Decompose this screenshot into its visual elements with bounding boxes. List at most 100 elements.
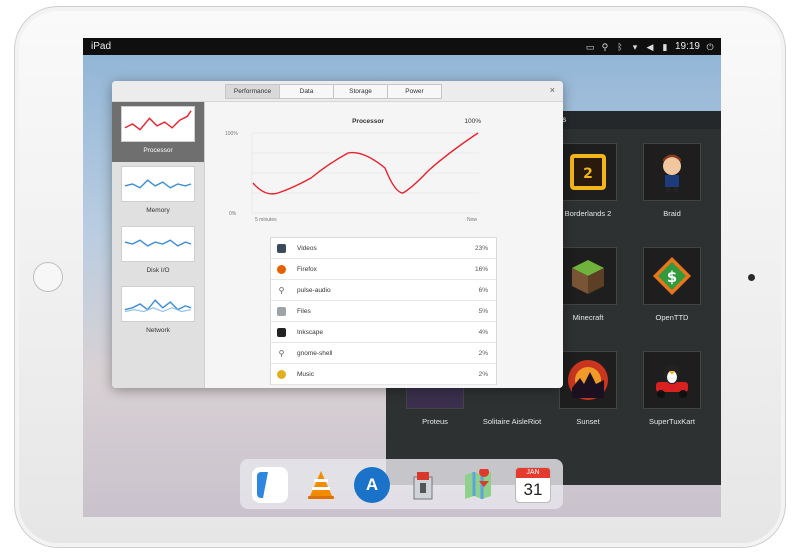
- sidebar-item-label: Disk I/O: [146, 267, 170, 274]
- screen-icon: ▭: [585, 41, 595, 52]
- dock-archive-manager[interactable]: [405, 467, 441, 503]
- list-item[interactable]: Videos 23%: [271, 238, 496, 259]
- list-item[interactable]: Inkscape 4%: [271, 322, 496, 343]
- minecraft-icon: [559, 247, 617, 305]
- video-icon: [277, 243, 286, 253]
- tab-power[interactable]: Power: [387, 84, 442, 99]
- game-openttd[interactable]: $ OpenTTD: [640, 247, 704, 322]
- list-item[interactable]: Files 5%: [271, 301, 496, 322]
- process-name: Inkscape: [297, 328, 324, 336]
- app-store-icon: A: [365, 475, 379, 494]
- vlc-cone-icon: [308, 471, 334, 499]
- borderlands-icon: 2: [559, 143, 617, 201]
- process-name: gnome-shell: [297, 349, 333, 357]
- dock-files[interactable]: [252, 467, 288, 503]
- game-label: Sunset: [576, 417, 600, 426]
- sunset-icon: [559, 351, 617, 409]
- dock-vlc[interactable]: [303, 467, 339, 503]
- process-percent: 23%: [474, 244, 488, 252]
- chart-title: Processor: [352, 118, 384, 125]
- monitor-sidebar: Processor Memory Disk I/O Network: [112, 102, 205, 388]
- device-label: iPad: [91, 41, 112, 52]
- dock: A JAN 31: [240, 459, 563, 509]
- cpu-usage-line: [252, 132, 479, 195]
- game-label: Solitaire AisleRiot: [482, 417, 542, 426]
- dock-maps[interactable]: [460, 467, 496, 503]
- files-icon: [277, 306, 286, 316]
- process-icon: ⚲: [278, 285, 285, 295]
- dock-calendar[interactable]: JAN 31: [515, 467, 551, 503]
- music-icon: [277, 369, 286, 379]
- braid-icon: [643, 143, 701, 201]
- process-name: Firefox: [297, 265, 317, 273]
- tab-performance[interactable]: Performance: [225, 84, 280, 99]
- chart-grid: [251, 132, 479, 214]
- disk-io-thumbnail: [121, 226, 195, 262]
- list-item[interactable]: ⚲ gnome-shell 2%: [271, 343, 496, 364]
- process-list: Videos 23% Firefox 16% ⚲ pulse-audio 6% File…: [270, 237, 497, 385]
- calendar-day: 31: [523, 480, 543, 499]
- top-bar: iPad ▭ ⚲ ᛒ ▾ ◀ ▮ 19:19 ⏻: [83, 38, 721, 55]
- sidebar-item-processor[interactable]: Processor: [112, 102, 204, 162]
- monitor-header: Performance Data Storage Power ×: [112, 81, 563, 102]
- ipad-frame: iPad ▭ ⚲ ᛒ ▾ ◀ ▮ 19:19 ⏻ Games 2 Borderl…: [0, 0, 800, 554]
- list-item[interactable]: ⚲ pulse-audio 6%: [271, 280, 496, 301]
- sidebar-item-label: Processor: [143, 147, 173, 154]
- sidebar-item-network[interactable]: Network: [112, 282, 204, 342]
- network-thumbnail: [121, 286, 195, 322]
- game-supertuxkart[interactable]: SuperTuxKart: [640, 351, 704, 426]
- battery-icon: ▮: [662, 41, 668, 52]
- close-icon[interactable]: ×: [550, 85, 555, 95]
- process-percent: 4%: [478, 328, 488, 336]
- firefox-icon: [277, 264, 286, 274]
- process-name: Music: [297, 370, 314, 378]
- process-name: pulse-audio: [297, 286, 331, 294]
- openttd-icon: $: [643, 247, 701, 305]
- sidebar-item-memory[interactable]: Memory: [112, 162, 204, 222]
- processor-chart: Processor 100% 100% 0% 5 minutes Now: [225, 118, 481, 223]
- sidebar-item-disk-io[interactable]: Disk I/O: [112, 222, 204, 282]
- x-axis-right-label: Now: [467, 217, 477, 223]
- sidebar-item-label: Memory: [146, 207, 170, 214]
- game-borderlands-2[interactable]: 2 Borderlands 2: [556, 143, 620, 218]
- process-name: Videos: [297, 244, 317, 252]
- process-percent: 6%: [478, 286, 488, 294]
- memory-thumbnail: [121, 166, 195, 202]
- tab-data[interactable]: Data: [279, 84, 334, 99]
- y-axis-bottom-label: 0%: [229, 211, 237, 217]
- maps-icon: [465, 469, 491, 499]
- inkscape-icon: [277, 327, 286, 337]
- home-button[interactable]: [33, 262, 63, 292]
- clock: 19:19: [674, 41, 700, 52]
- dock-app-store[interactable]: A: [354, 467, 390, 503]
- screen: iPad ▭ ⚲ ᛒ ▾ ◀ ▮ 19:19 ⏻ Games 2 Borderl…: [83, 38, 721, 517]
- game-label: SuperTuxKart: [649, 417, 695, 426]
- location-icon: ⚲: [601, 41, 609, 52]
- tab-storage[interactable]: Storage: [333, 84, 388, 99]
- process-percent: 2%: [478, 370, 488, 378]
- calendar-icon: JAN 31: [515, 467, 551, 503]
- game-sunset[interactable]: Sunset: [556, 351, 620, 426]
- list-item[interactable]: Firefox 16%: [271, 259, 496, 280]
- chart-current-value: 100%: [464, 118, 481, 125]
- status-area[interactable]: ▭ ⚲ ᛒ ▾ ◀ ▮ 19:19 ⏻: [585, 38, 715, 55]
- sidebar-item-label: Network: [146, 327, 170, 334]
- game-label: Borderlands 2: [564, 209, 612, 218]
- bluetooth-icon: ᛒ: [617, 41, 623, 52]
- svg-text:$: $: [667, 268, 677, 286]
- system-monitor-window: Performance Data Storage Power × Process…: [112, 81, 563, 388]
- camera-icon: [748, 274, 755, 281]
- game-minecraft[interactable]: Minecraft: [556, 247, 620, 322]
- network-icon: ▾: [632, 41, 638, 52]
- list-item[interactable]: Music 2%: [271, 364, 496, 385]
- game-label: Braid: [663, 209, 681, 218]
- process-icon: ⚲: [278, 348, 285, 358]
- game-braid[interactable]: Braid: [640, 143, 704, 218]
- game-label: Minecraft: [572, 313, 604, 322]
- monitor-tabs: Performance Data Storage Power: [225, 84, 442, 99]
- calendar-month: JAN: [516, 468, 550, 478]
- x-axis-left-label: 5 minutes: [255, 217, 277, 223]
- supertuxkart-icon: [643, 351, 701, 409]
- volume-icon: ◀: [646, 41, 654, 52]
- power-icon: ⏻: [706, 41, 714, 52]
